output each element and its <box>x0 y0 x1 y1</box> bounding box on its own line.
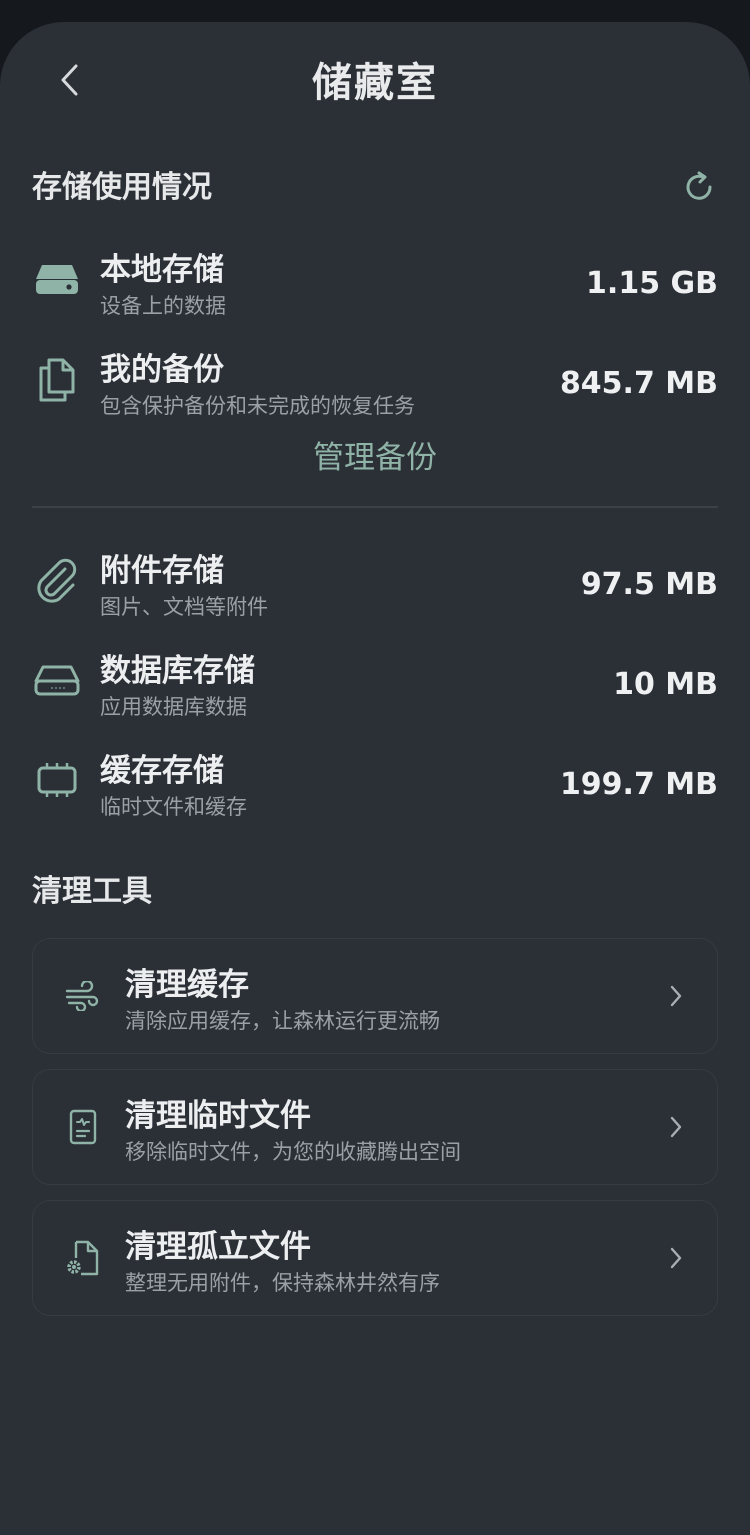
storage-row-cache: 缓存存储 临时文件和缓存 199.7 MB <box>32 745 718 825</box>
storage-size: 10 MB <box>613 667 718 702</box>
clear-cache-card[interactable]: 清理缓存 清除应用缓存，让森林运行更流畅 <box>32 938 718 1054</box>
clear-temp-files-card[interactable]: 清理临时文件 移除临时文件，为您的收藏腾出空间 <box>32 1069 718 1185</box>
file-note-icon <box>63 1107 103 1147</box>
storage-row-backups: 我的备份 包含保护备份和未完成的恢复任务 845.7 MB <box>32 344 718 424</box>
storage-desc: 临时文件和缓存 <box>100 795 247 819</box>
storage-label: 缓存存储 <box>100 753 224 789</box>
tool-desc: 整理无用附件，保持森林井然有序 <box>125 1271 440 1295</box>
refresh-button[interactable] <box>680 168 720 208</box>
storage-desc: 设备上的数据 <box>100 294 226 318</box>
tool-desc: 移除临时文件，为您的收藏腾出空间 <box>125 1140 461 1164</box>
page-title: 储藏室 <box>312 60 438 106</box>
chevron-right-icon <box>661 1243 691 1273</box>
storage-desc: 应用数据库数据 <box>100 695 247 719</box>
storage-size: 1.15 GB <box>586 266 718 301</box>
tools-section-title: 清理工具 <box>32 874 152 909</box>
chip-icon <box>32 755 82 805</box>
file-gear-icon <box>63 1238 103 1278</box>
storage-row-attachments: 附件存储 图片、文档等附件 97.5 MB <box>32 545 718 625</box>
header: 储藏室 <box>0 22 750 132</box>
storage-row-database: 数据库存储 应用数据库数据 10 MB <box>32 645 718 725</box>
divider <box>32 506 718 508</box>
storage-screen: 储藏室 存储使用情况 本地存储 设备上的数据 1.15 GB 我的备份 包含保护… <box>0 22 750 1535</box>
storage-label: 本地存储 <box>100 252 224 288</box>
tool-desc: 清除应用缓存，让森林运行更流畅 <box>125 1009 440 1033</box>
drive-icon <box>32 254 82 304</box>
chevron-right-icon <box>661 1112 691 1142</box>
storage-size: 199.7 MB <box>559 767 718 802</box>
usage-section-title: 存储使用情况 <box>32 170 212 205</box>
storage-size: 845.7 MB <box>559 366 718 401</box>
storage-label: 附件存储 <box>100 553 224 589</box>
storage-row-local: 本地存储 设备上的数据 1.15 GB <box>32 244 718 324</box>
wind-icon <box>63 976 103 1016</box>
database-icon <box>32 655 82 705</box>
tool-label: 清理临时文件 <box>125 1098 311 1134</box>
manage-backups-link[interactable]: 管理备份 <box>0 432 750 477</box>
tool-label: 清理孤立文件 <box>125 1229 311 1265</box>
storage-size: 97.5 MB <box>580 567 718 602</box>
clear-orphan-files-card[interactable]: 清理孤立文件 整理无用附件，保持森林井然有序 <box>32 1200 718 1316</box>
paperclip-icon <box>32 555 82 605</box>
refresh-icon <box>686 171 712 200</box>
storage-desc: 图片、文档等附件 <box>100 595 268 619</box>
storage-label: 我的备份 <box>100 352 224 388</box>
storage-desc: 包含保护备份和未完成的恢复任务 <box>100 394 415 418</box>
storage-label: 数据库存储 <box>100 653 255 689</box>
chevron-right-icon <box>661 981 691 1011</box>
tool-label: 清理缓存 <box>125 967 249 1003</box>
documents-icon <box>32 354 82 404</box>
